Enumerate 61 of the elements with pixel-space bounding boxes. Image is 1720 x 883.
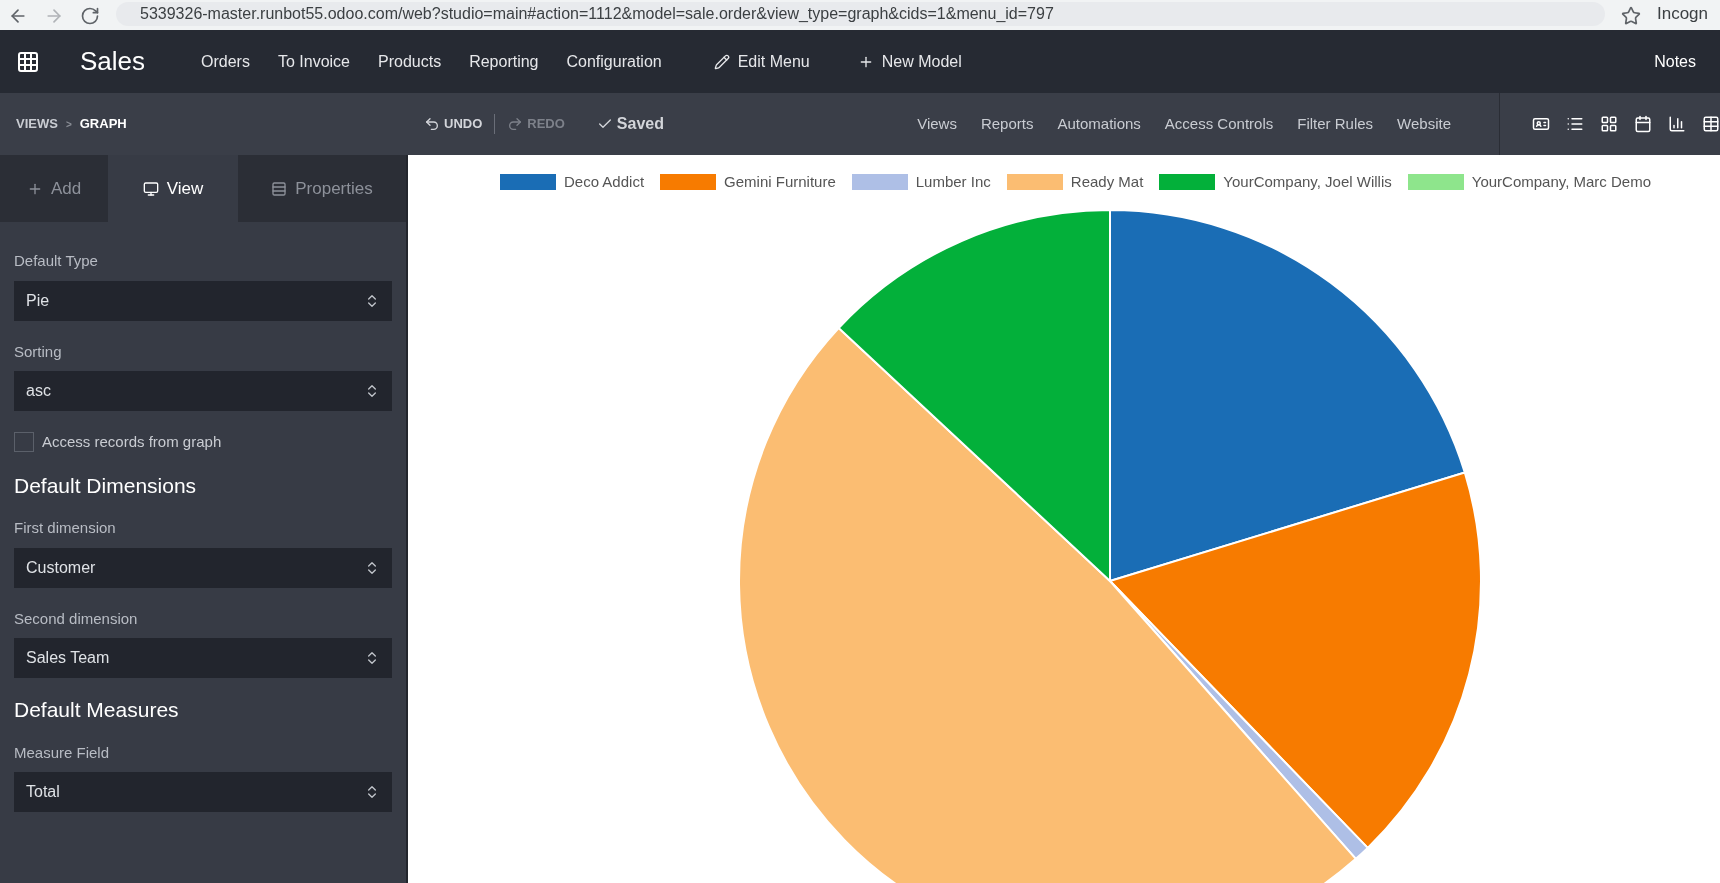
checkbox-label: Access records from graph: [42, 432, 222, 452]
breadcrumb-item[interactable]: VIEWS: [16, 114, 58, 134]
table-icon[interactable]: [1702, 115, 1720, 133]
list-icon[interactable]: [1566, 115, 1584, 133]
pie-slice[interactable]: [1109, 471, 1482, 849]
pencil-icon: [713, 53, 730, 70]
select-field[interactable]: asc: [14, 371, 392, 411]
undo-icon: [424, 116, 440, 132]
reload-icon[interactable]: [80, 6, 100, 26]
section-heading: Default Measures: [14, 697, 180, 723]
app-title[interactable]: Sales: [80, 42, 146, 81]
monitor-icon: [142, 180, 159, 197]
legend-label[interactable]: Deco Addict: [564, 171, 645, 194]
saved-status: Saved: [596, 112, 664, 136]
field-label: Second dimension: [14, 608, 139, 629]
select-field[interactable]: Sales Team: [14, 638, 392, 678]
calendar-icon[interactable]: [1634, 115, 1652, 133]
legend-label[interactable]: YourCompany, Marc Demo: [1471, 171, 1651, 194]
rows-icon: [271, 180, 288, 197]
studio-menu-link[interactable]: Access Controls: [1164, 112, 1274, 136]
select-field[interactable]: Total: [14, 772, 392, 812]
checkbox[interactable]: [14, 432, 34, 453]
select-field[interactable]: Customer: [14, 547, 392, 588]
select-field[interactable]: Pie: [14, 280, 392, 321]
undo-button[interactable]: UNDO: [424, 114, 483, 134]
redo-icon: [507, 116, 524, 132]
bar-chart-icon[interactable]: [1668, 115, 1686, 133]
apps-icon[interactable]: [16, 49, 40, 74]
address-field[interactable]: 5339326-master.runbot55.odoo.com/web?studio=main#action=1112&model=sale.order&view_type=graph&cids=1&menu_id=797: [116, 2, 1605, 26]
menu-item[interactable]: Products: [378, 49, 442, 74]
legend-label[interactable]: YourCompany, Joel Willis: [1223, 171, 1392, 194]
field-label: Default Type: [14, 251, 99, 271]
card-icon[interactable]: [1532, 115, 1550, 133]
legend-label[interactable]: Gemini Furniture: [724, 171, 836, 194]
breadcrumb-item[interactable]: GRAPH: [79, 114, 127, 134]
new-model-link[interactable]: New Model: [857, 49, 962, 74]
studio-menu-link[interactable]: Automations: [1057, 112, 1141, 136]
pie-slice[interactable]: [837, 209, 1111, 582]
grid-icon[interactable]: [1600, 115, 1618, 133]
studio-menu-link[interactable]: Reports: [980, 112, 1034, 136]
menu-item[interactable]: To Invoice: [277, 49, 350, 74]
star-icon[interactable]: [1620, 6, 1641, 26]
section-heading: Default Dimensions: [14, 472, 198, 499]
studio-menu-link[interactable]: Views: [917, 112, 957, 136]
field-label: Sorting: [14, 341, 63, 362]
edit-menu-link[interactable]: Edit Menu: [713, 49, 810, 74]
menu-item[interactable]: Reporting: [469, 49, 539, 74]
field-label: First dimension: [14, 518, 117, 538]
field-label: Measure Field: [14, 742, 111, 763]
studio-menu-link[interactable]: Filter Rules: [1297, 112, 1374, 136]
notes-link[interactable]: Notes: [1654, 49, 1696, 74]
studio-menu-link[interactable]: Website: [1397, 112, 1451, 136]
breadcrumb-separator: >: [65, 117, 72, 132]
menu-item[interactable]: Orders: [201, 49, 250, 74]
legend-label[interactable]: Ready Mat: [1070, 171, 1144, 194]
legend-label[interactable]: Lumber Inc: [915, 171, 991, 194]
sidebar-tab[interactable]: View: [108, 155, 238, 222]
menu-item[interactable]: Configuration: [566, 49, 662, 74]
pie-slice[interactable]: [1109, 209, 1466, 582]
pie-slice[interactable]: [738, 327, 1357, 883]
profile-label[interactable]: Incogn: [1656, 0, 1712, 26]
